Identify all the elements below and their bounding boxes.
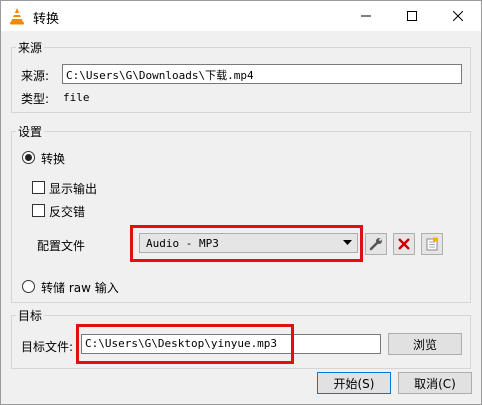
profile-dropdown[interactable]: Audio - MP3 bbox=[139, 233, 358, 253]
type-label: 类型: bbox=[21, 92, 50, 106]
convert-radio[interactable] bbox=[22, 151, 35, 164]
minimize-button[interactable] bbox=[343, 1, 389, 31]
target-file-label: 目标文件: bbox=[21, 340, 74, 354]
convert-label: 转换 bbox=[41, 152, 66, 166]
target-group-title: 目标 bbox=[18, 309, 43, 323]
maximize-icon bbox=[407, 11, 417, 21]
chevron-down-icon bbox=[343, 240, 352, 245]
start-button[interactable]: 开始(S) bbox=[317, 372, 391, 394]
vlc-cone-icon bbox=[10, 8, 24, 25]
target-file-field[interactable]: C:\Users\G\Desktop\yinyue.mp3 bbox=[81, 334, 381, 354]
wrench-icon bbox=[369, 238, 382, 251]
profile-selected-value: Audio - MP3 bbox=[146, 237, 219, 250]
new-profile-icon bbox=[426, 237, 438, 251]
title-bar: 转换 bbox=[1, 1, 481, 31]
close-icon bbox=[453, 11, 463, 21]
dump-raw-label: 转储 raw 输入 bbox=[41, 281, 119, 295]
dump-raw-radio[interactable] bbox=[22, 280, 35, 293]
source-group-title: 来源 bbox=[18, 41, 43, 55]
profile-label: 配置文件 bbox=[37, 239, 86, 253]
edit-profile-button[interactable] bbox=[365, 233, 387, 255]
type-value: file bbox=[63, 91, 90, 104]
new-profile-button[interactable] bbox=[421, 233, 443, 255]
show-output-checkbox[interactable] bbox=[32, 181, 45, 194]
deinterlace-checkbox[interactable] bbox=[32, 204, 45, 217]
show-output-label: 显示输出 bbox=[49, 182, 98, 196]
settings-group-title: 设置 bbox=[18, 125, 43, 139]
browse-button[interactable]: 浏览 bbox=[388, 333, 462, 355]
source-path-field[interactable]: C:\Users\G\Downloads\下载.mp4 bbox=[62, 64, 462, 84]
window-title: 转换 bbox=[33, 12, 60, 27]
deinterlace-label: 反交错 bbox=[49, 205, 86, 219]
cancel-button[interactable]: 取消(C) bbox=[398, 372, 472, 394]
maximize-button[interactable] bbox=[389, 1, 435, 31]
close-button[interactable] bbox=[435, 1, 481, 31]
delete-profile-button[interactable] bbox=[393, 233, 415, 255]
minimize-icon bbox=[361, 15, 371, 17]
source-label: 来源: bbox=[21, 69, 50, 83]
convert-dialog: 转换 来源 来源: C:\Users\G\Downloads\下载.mp4 类型… bbox=[0, 0, 482, 405]
delete-icon bbox=[398, 238, 410, 250]
